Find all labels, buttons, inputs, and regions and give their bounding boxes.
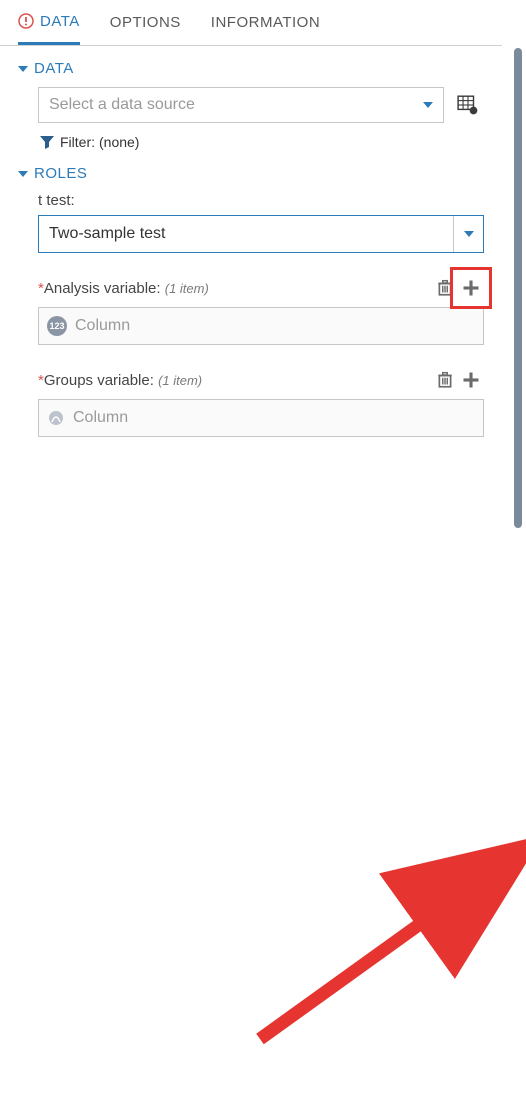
tab-information-label: INFORMATION	[211, 14, 320, 31]
ttest-select[interactable]: Two-sample test	[38, 215, 484, 253]
tab-options[interactable]: OPTIONS	[110, 0, 181, 45]
tab-information[interactable]: INFORMATION	[211, 0, 320, 45]
analysis-delete-button[interactable]	[432, 275, 458, 301]
section-title-data: DATA	[34, 60, 74, 77]
groups-add-button[interactable]	[458, 367, 484, 393]
character-type-icon	[47, 409, 65, 427]
groups-delete-button[interactable]	[432, 367, 458, 393]
data-source-select[interactable]: Select a data source	[38, 87, 444, 123]
groups-variable-placeholder: Column	[73, 409, 128, 427]
filter-label: Filter:	[60, 134, 95, 150]
annotation-arrow	[0, 549, 526, 1098]
ttest-dropdown-button[interactable]	[453, 216, 483, 252]
warning-icon	[18, 13, 34, 29]
ttest-value: Two-sample test	[39, 216, 453, 252]
scrollbar[interactable]	[514, 48, 522, 528]
data-source-placeholder: Select a data source	[49, 96, 195, 114]
tab-data-label: DATA	[40, 13, 80, 30]
chevron-down-icon	[423, 102, 433, 108]
section-toggle-roles[interactable]: ROLES	[18, 165, 484, 182]
section-toggle-data[interactable]: DATA	[18, 60, 484, 77]
ttest-label: t test:	[38, 192, 484, 209]
caret-down-icon	[18, 66, 28, 72]
numeric-type-icon: 123	[47, 316, 67, 336]
filter-value: (none)	[99, 134, 139, 150]
tab-options-label: OPTIONS	[110, 14, 181, 31]
chevron-down-icon	[464, 231, 474, 237]
analysis-add-button[interactable]	[458, 275, 484, 301]
filter-icon	[38, 133, 56, 151]
groups-variable-input[interactable]: Column	[38, 399, 484, 437]
tab-data[interactable]: DATA	[18, 0, 80, 45]
browse-data-button[interactable]	[452, 89, 484, 121]
caret-down-icon	[18, 171, 28, 177]
section-title-roles: ROLES	[34, 165, 87, 182]
analysis-variable-label: *Analysis variable: (1 item)	[38, 280, 432, 297]
analysis-variable-input[interactable]: 123 Column	[38, 307, 484, 345]
analysis-variable-placeholder: Column	[75, 317, 130, 335]
groups-variable-label: *Groups variable: (1 item)	[38, 372, 432, 389]
